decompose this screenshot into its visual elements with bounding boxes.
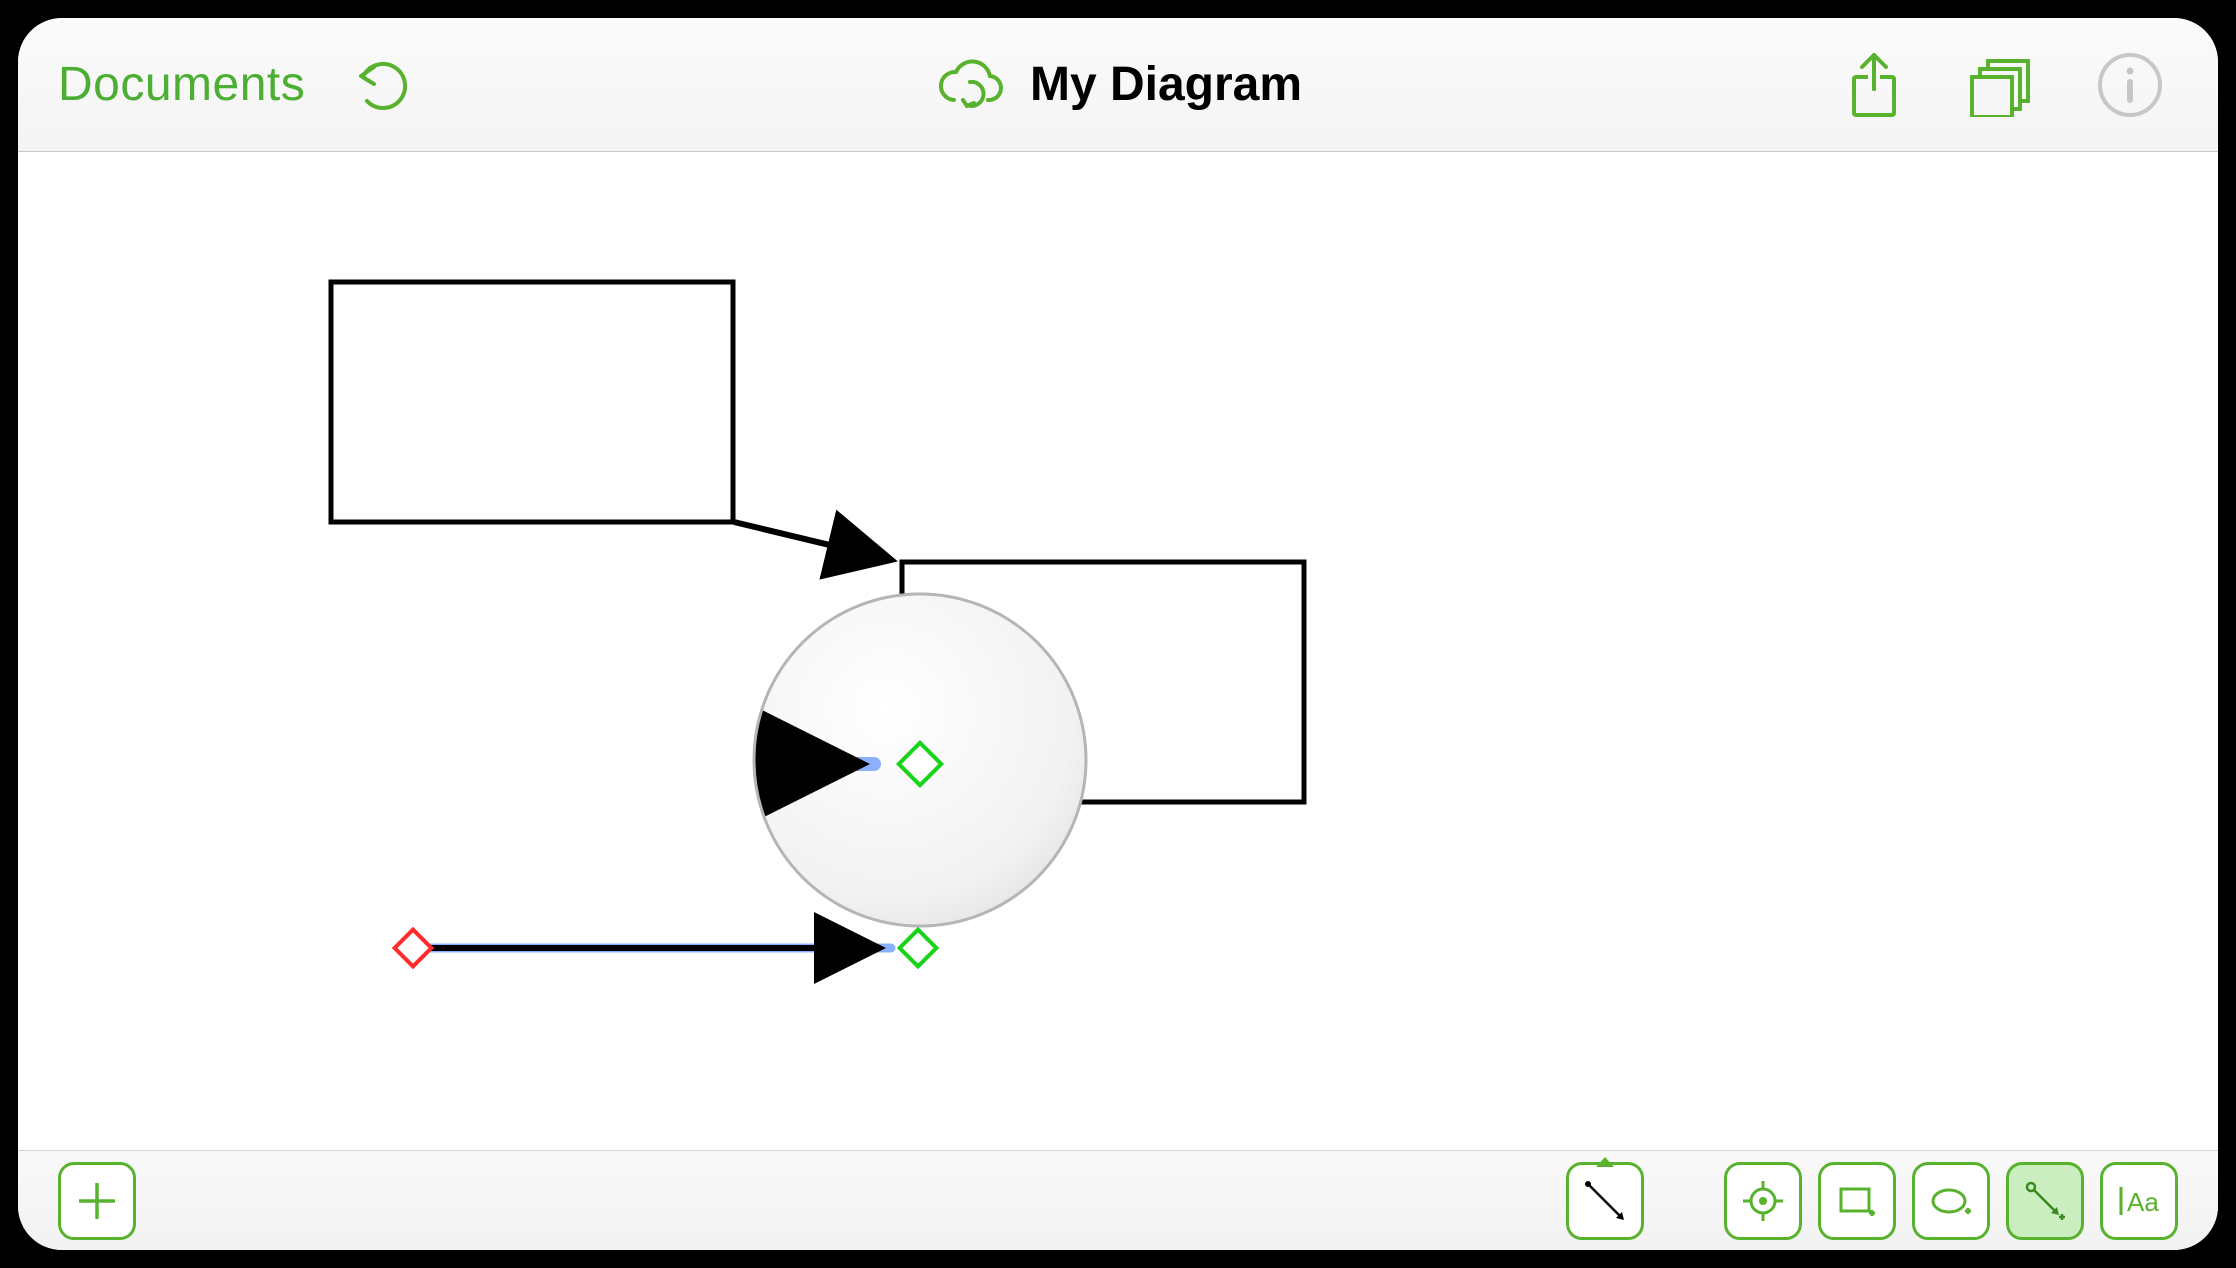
popover-indicator-icon <box>1596 1157 1614 1167</box>
diagram-canvas[interactable] <box>18 152 2218 1150</box>
info-icon <box>2096 51 2164 119</box>
line-tool[interactable] <box>1566 1162 1644 1240</box>
waypoint-tool[interactable] <box>1724 1162 1802 1240</box>
rectangle-tool[interactable] <box>1818 1162 1896 1240</box>
connector-tool[interactable] <box>2006 1162 2084 1240</box>
undo-icon <box>347 53 411 117</box>
share-icon <box>1844 49 1904 121</box>
add-shape-button[interactable] <box>58 1162 136 1240</box>
document-title[interactable]: My Diagram <box>1030 57 1302 112</box>
app-screen: Documents My Diagram <box>18 18 2218 1250</box>
text-icon: Aa <box>2115 1181 2163 1221</box>
share-button[interactable] <box>1844 49 1904 121</box>
ellipse-tool[interactable] <box>1912 1162 1990 1240</box>
start-handle[interactable] <box>395 930 432 967</box>
layers-icon <box>1964 53 2036 117</box>
info-button[interactable] <box>2096 51 2164 119</box>
diagram-arrow-1[interactable] <box>734 522 892 560</box>
layers-button[interactable] <box>1964 53 2036 117</box>
magnifier-loupe <box>754 594 1086 926</box>
text-tool[interactable]: Aa <box>2100 1162 2178 1240</box>
documents-button[interactable]: Documents <box>58 57 305 112</box>
cloud-sync-icon <box>934 56 1006 114</box>
diagram-rect-1[interactable] <box>331 282 733 522</box>
connector-icon <box>2021 1177 2069 1225</box>
target-icon <box>1741 1179 1785 1223</box>
rectangle-icon <box>1835 1179 1879 1223</box>
ellipse-icon <box>1927 1179 1975 1223</box>
svg-text:Aa: Aa <box>2127 1187 2159 1217</box>
end-handle[interactable] <box>900 930 937 967</box>
plus-icon <box>75 1179 119 1223</box>
undo-button[interactable] <box>347 53 411 117</box>
line-icon <box>1580 1176 1630 1226</box>
top-toolbar: Documents My Diagram <box>18 18 2218 152</box>
bottom-toolbar: Aa <box>18 1150 2218 1250</box>
